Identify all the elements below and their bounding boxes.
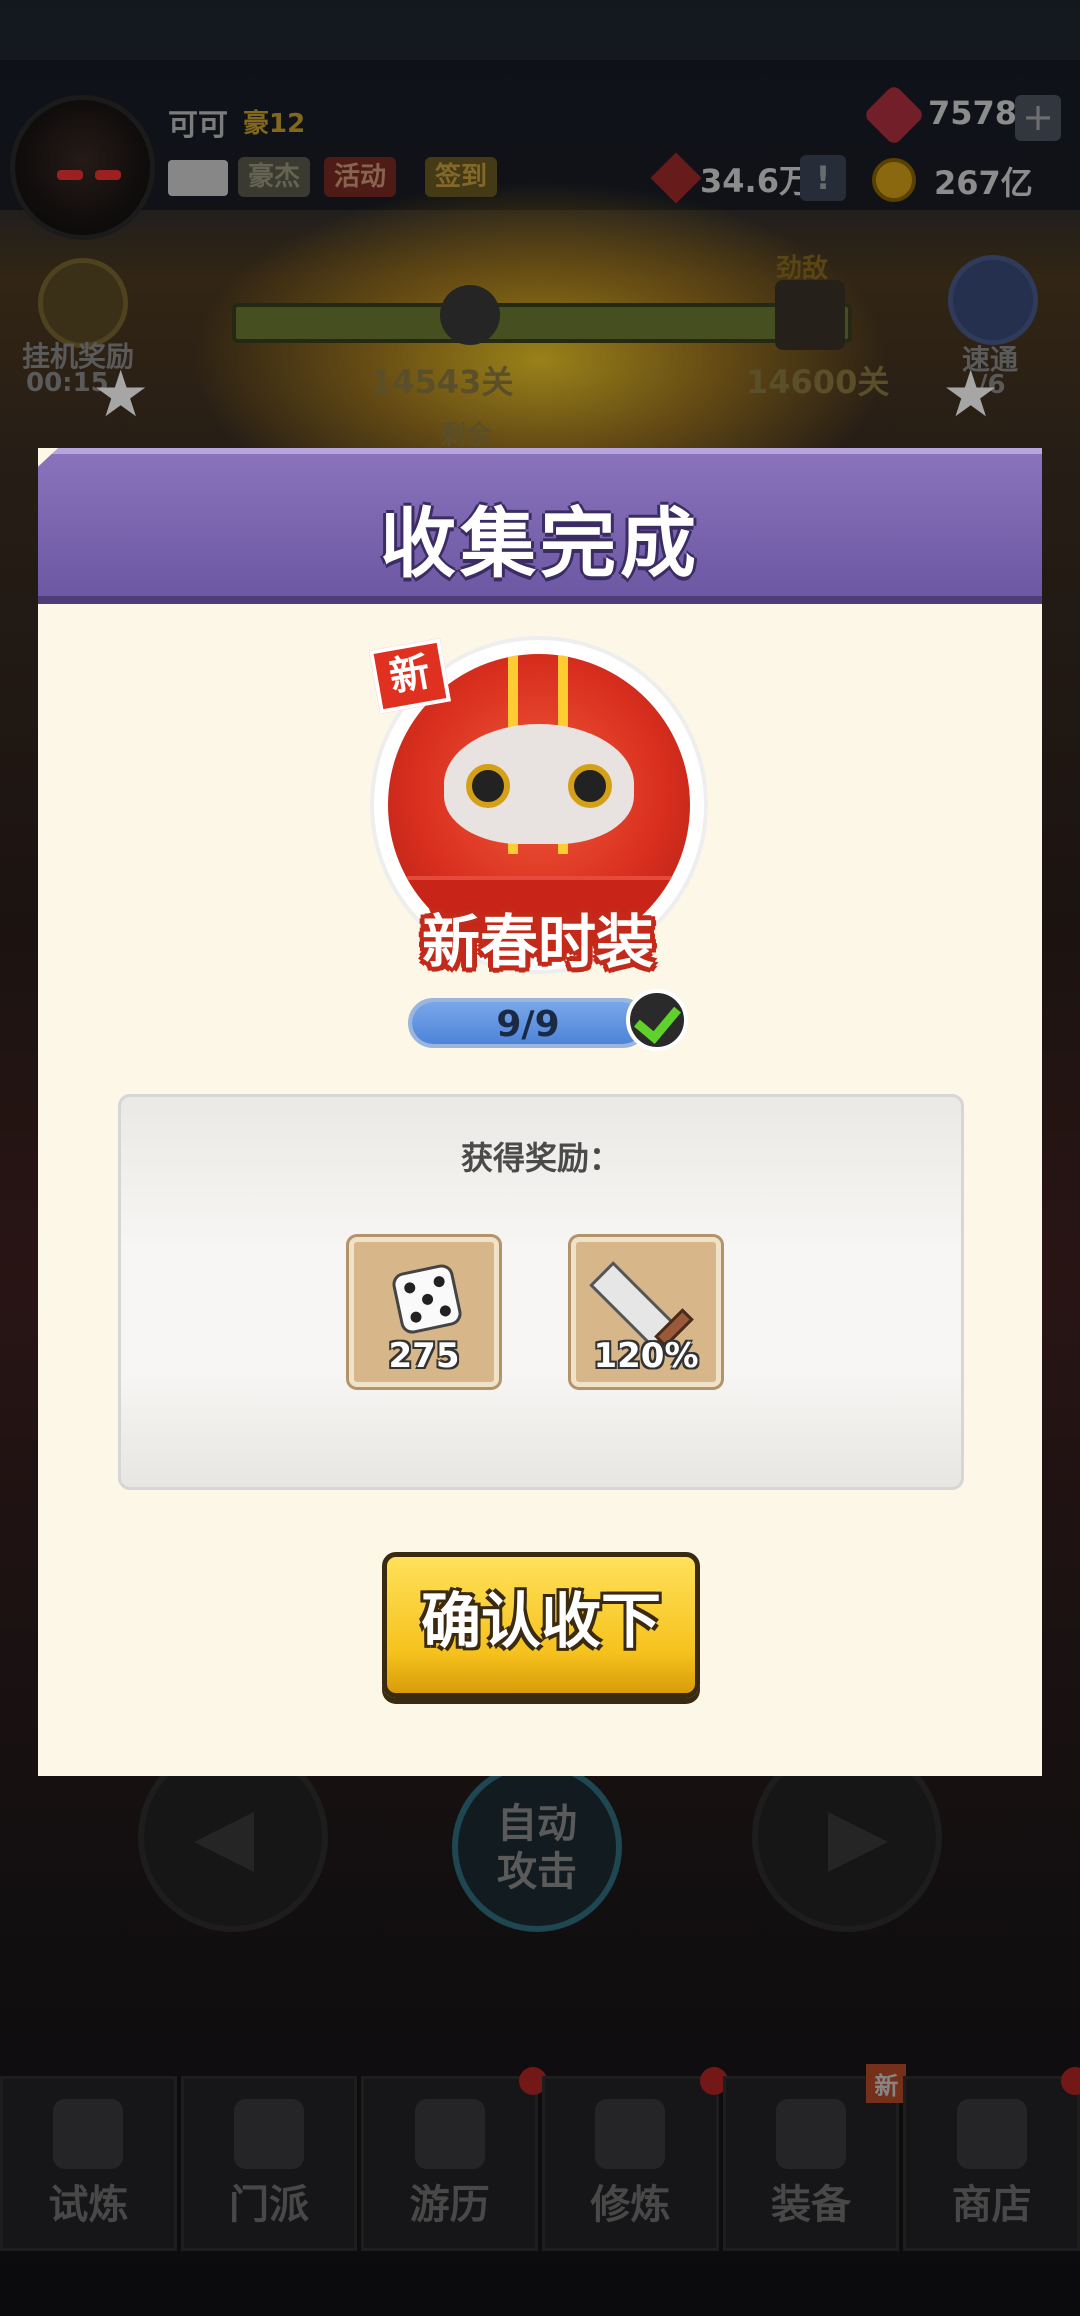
lion-eye-left bbox=[466, 764, 510, 808]
lion-face bbox=[444, 724, 634, 844]
collection-progress-bar: 9/9 bbox=[408, 998, 648, 1048]
dialog-title: 收集完成 bbox=[380, 499, 700, 588]
collection-name: 新春时装 bbox=[421, 908, 654, 976]
reward-title: 获得奖励： bbox=[460, 1139, 621, 1177]
lion-eye-right bbox=[568, 764, 612, 808]
collection-complete-dialog: 收集完成 新 新春时装 9/9 获得奖励： 275 120% 确认收下 bbox=[38, 448, 1042, 1776]
progress-text: 9/9 bbox=[496, 1004, 560, 1045]
reward-quantity: 275 bbox=[388, 1336, 460, 1376]
dialog-header: 收集完成 bbox=[38, 448, 1042, 604]
dice-icon bbox=[390, 1262, 464, 1336]
new-badge: 新 bbox=[368, 638, 452, 714]
reward-item-sword[interactable]: 120% bbox=[571, 1237, 721, 1387]
reward-item-dice[interactable]: 275 bbox=[349, 1237, 499, 1387]
checkmark-icon bbox=[626, 989, 688, 1051]
confirm-receive-button[interactable]: 确认收下 bbox=[382, 1552, 700, 1698]
reward-panel: 获得奖励： 275 120% bbox=[118, 1094, 964, 1490]
reward-quantity: 120% bbox=[593, 1336, 699, 1376]
